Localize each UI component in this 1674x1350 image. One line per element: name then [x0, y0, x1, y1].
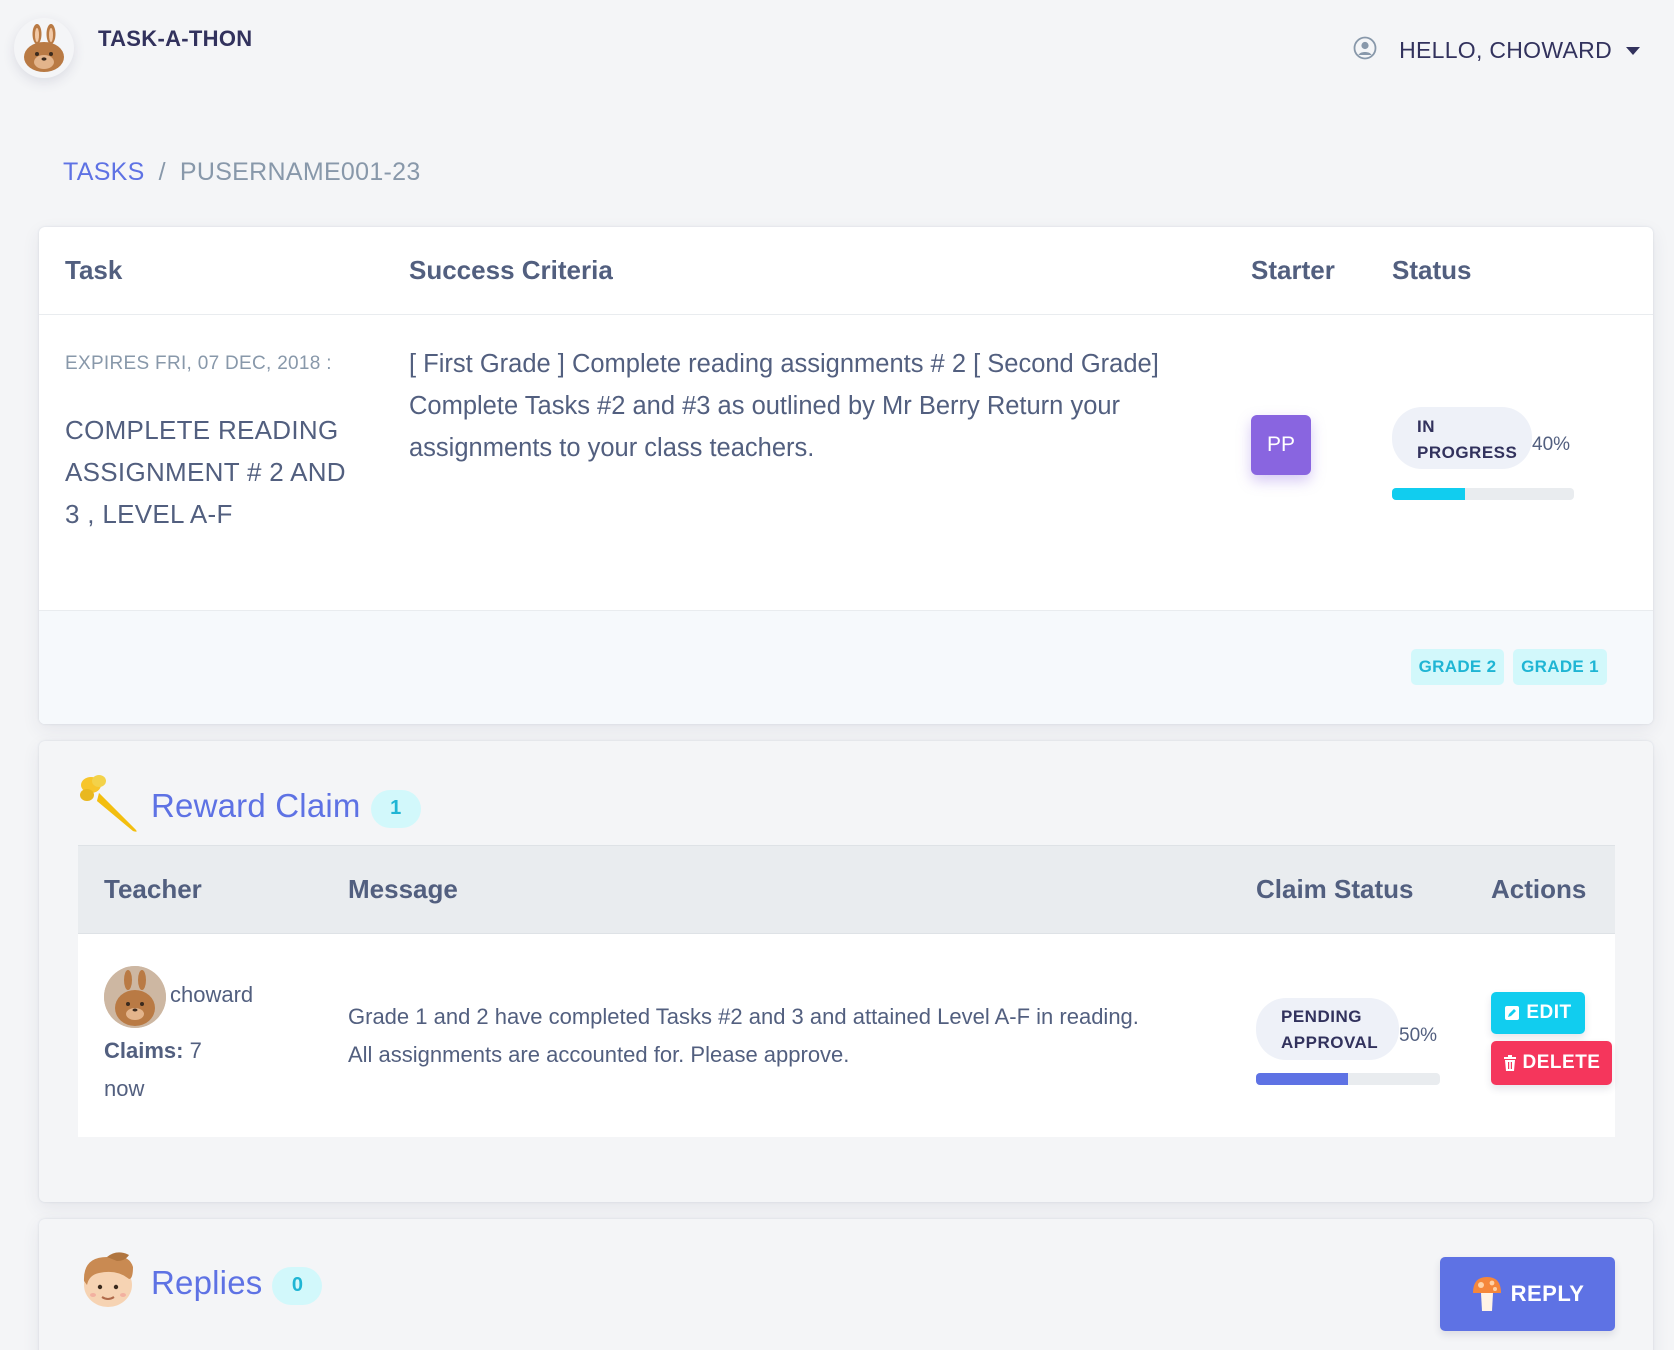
task-row: EXPIRES FRI, 07 DEC, 2018 : COMPLETE REA… [39, 315, 1653, 611]
header-actions: Actions [1491, 874, 1587, 904]
claim-table-header: Teacher Message Claim Status Actions [78, 845, 1615, 934]
success-criteria-text: [ First Grade ] Complete reading assignm… [409, 350, 1159, 462]
reply-button[interactable]: REPLY [1440, 1257, 1615, 1331]
reply-button-label: REPLY [1510, 1281, 1585, 1306]
boy-face-icon [77, 1249, 139, 1316]
user-menu-dropdown[interactable]: HELLO, CHOWARD [1353, 36, 1640, 65]
header-task: Task [65, 255, 123, 285]
header-starter: Starter [1251, 255, 1335, 285]
claim-message: Grade 1 and 2 have completed Tasks #2 an… [348, 1004, 1139, 1067]
reward-claim-title: Reward Claim [151, 786, 361, 824]
user-greeting[interactable]: HELLO, CHOWARD [1399, 37, 1612, 64]
claim-status-line-1: PENDING [1281, 1007, 1362, 1026]
header-status: Status [1392, 255, 1472, 285]
delete-button-label: DELETE [1522, 1052, 1601, 1073]
task-title: COMPLETE READING ASSIGNMENT # 2 AND 3 , … [65, 415, 346, 529]
task-card: Task Success Criteria Starter Status EXP… [39, 227, 1653, 724]
claim-progress-label: 50% [1399, 1025, 1438, 1046]
edit-button[interactable]: EDIT [1491, 992, 1585, 1034]
avatar[interactable] [104, 966, 166, 1028]
edit-button-label: EDIT [1526, 1002, 1572, 1023]
bunny-logo-icon[interactable] [14, 18, 74, 78]
claims-value: 7 [189, 1038, 202, 1063]
header-message: Message [348, 874, 458, 904]
replies-card: Replies 0 REPLY [39, 1219, 1653, 1350]
teacher-claims-count: Claims: 7 [104, 1038, 202, 1064]
breadcrumb-separator: / [158, 158, 166, 186]
claim-table: Teacher Message Claim Status Actions cho… [78, 845, 1615, 1137]
claim-progress-bar [1256, 1073, 1440, 1085]
breadcrumb: TASKS / PUSERNAME001-23 [63, 158, 421, 187]
status-line-2: PROGRESS [1417, 443, 1518, 462]
replies-count-badge: 0 [272, 1266, 323, 1305]
chevron-down-icon [1626, 46, 1640, 55]
task-progress-bar [1392, 488, 1574, 500]
header-success-criteria: Success Criteria [409, 255, 613, 285]
claim-progress-fill [1256, 1073, 1348, 1085]
header-claim-status: Claim Status [1256, 874, 1414, 904]
trash-icon [1503, 1055, 1517, 1071]
starter-avatar[interactable]: PP [1251, 415, 1311, 475]
reward-claim-heading: Reward Claim 1 [77, 771, 421, 840]
top-navbar: TASK-A-THON HELLO, CHOWARD [0, 0, 1674, 110]
table-row: choward Claims: 7 now Grade 1 and 2 have… [78, 934, 1615, 1137]
carrot-icon [77, 771, 139, 840]
task-tags-footer: GRADE 2 GRADE 1 [39, 611, 1653, 724]
reward-claim-count-badge: 1 [370, 789, 421, 828]
replies-title: Replies [151, 1263, 263, 1301]
header-teacher: Teacher [104, 874, 202, 904]
task-table-header: Task Success Criteria Starter Status [39, 227, 1653, 315]
task-expiry: EXPIRES FRI, 07 DEC, 2018 : [65, 353, 332, 374]
breadcrumb-tasks-link[interactable]: TASKS [63, 158, 145, 187]
replies-heading: Replies 0 [77, 1249, 323, 1316]
tag-badge-grade-1[interactable]: GRADE 1 [1513, 649, 1607, 685]
edit-icon [1504, 1005, 1520, 1021]
claim-status-badge: PENDING APPROVAL [1256, 998, 1399, 1060]
tag-badge-grade-2[interactable]: GRADE 2 [1411, 649, 1504, 685]
user-circle-icon [1353, 36, 1377, 65]
reward-claim-card: Reward Claim 1 Teacher Message Claim Sta… [39, 741, 1653, 1202]
claim-timestamp: now [104, 1076, 145, 1101]
task-progress-fill [1392, 488, 1465, 500]
mushroom-icon [1471, 1275, 1503, 1313]
brand[interactable]: TASK-A-THON [14, 18, 252, 78]
app-name[interactable]: TASK-A-THON [98, 26, 252, 52]
teacher-name: choward [170, 982, 254, 1007]
status-line-1: IN [1417, 417, 1435, 436]
task-status-badge: IN PROGRESS [1392, 407, 1532, 469]
breadcrumb-current: PUSERNAME001-23 [179, 158, 421, 186]
task-progress-label: 40% [1532, 434, 1571, 455]
delete-button[interactable]: DELETE [1491, 1041, 1612, 1085]
claims-label: Claims: [104, 1038, 184, 1063]
claim-status-line-2: APPROVAL [1281, 1033, 1379, 1052]
